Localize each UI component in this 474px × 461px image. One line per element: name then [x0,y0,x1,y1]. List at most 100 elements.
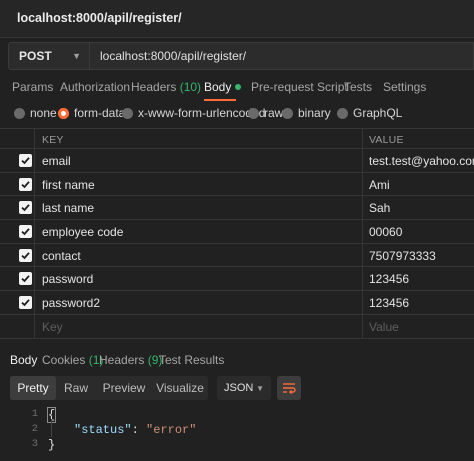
checkmark-icon [21,228,30,236]
code-fold-guide [51,419,52,437]
row-checkbox[interactable] [19,154,32,167]
radio-icon [122,107,133,119]
checkmark-icon [21,180,30,188]
radio-label: form-data [74,106,126,120]
checkmark-icon [21,157,30,165]
response-body-editor[interactable]: 1 { 2 "status": "error" 3 } [0,404,474,461]
column-divider [362,149,363,172]
url-input[interactable] [100,49,473,63]
row-checkbox[interactable] [19,272,32,286]
radio-icon [14,107,25,119]
row-key[interactable]: password [42,272,93,286]
checkmark-icon [21,275,30,283]
code-line: 2 "status": "error" [0,423,474,438]
row-value[interactable]: 123456 [369,272,409,286]
headers-count: (10) [179,80,202,94]
row-value[interactable]: 123456 [369,296,409,310]
tab-label: Tests [344,80,373,94]
column-divider [362,129,363,148]
row-key[interactable]: contact [42,249,81,263]
tab-label: Params [12,80,54,94]
body-active-dot-icon [235,84,242,90]
json-key: "status" [74,423,132,437]
tab-label: Cookies [42,353,86,367]
body-type-form-data[interactable]: form-data [58,106,125,120]
row-value[interactable]: 00060 [369,225,402,239]
table-row: last name Sah [0,196,474,221]
row-value[interactable]: test.test@yahoo.com [369,154,474,168]
row-key[interactable]: employee code [42,225,123,239]
column-header-value: VALUE [369,134,404,146]
tab-label: Body [10,353,38,367]
new-value-field[interactable]: Value [369,320,399,334]
format-label: JSON [224,382,254,394]
row-value[interactable]: Ami [369,178,390,192]
table-row: password 123456 [0,267,474,292]
row-checkbox[interactable] [19,177,32,191]
response-tab-headers[interactable]: Headers (9) [99,353,162,367]
body-type-options: none form-data x-www-form-urlencoded raw… [0,104,474,122]
response-tab-test-results[interactable]: Test Results [159,353,224,367]
view-mode-preview[interactable]: Preview [96,376,152,400]
json-entry: "status": "error" [74,423,196,437]
body-type-graphql[interactable]: GraphQL [337,106,402,120]
radio-label: GraphQL [353,106,403,120]
format-select[interactable]: JSON ▼ [217,376,271,400]
row-checkbox[interactable] [19,296,32,310]
view-mode-pretty[interactable]: Pretty [10,376,56,400]
row-value[interactable]: 7507973333 [369,249,436,263]
body-type-raw[interactable]: raw [248,106,283,120]
line-number: 2 [31,423,38,435]
row-check-cell [0,220,35,243]
tab-headers[interactable]: Headers (10) [131,80,201,94]
body-type-binary[interactable]: binary [282,106,331,120]
wrap-lines-button[interactable] [277,376,301,400]
radio-label: x-www-form-urlencoded [138,106,266,120]
row-checkbox[interactable] [19,225,32,239]
response-tab-cookies[interactable]: Cookies (1) [42,353,103,367]
row-check-cell [0,267,35,291]
tab-settings[interactable]: Settings [383,80,426,94]
active-tab-indicator [204,99,236,101]
method-select[interactable]: POST ▼ [8,42,90,70]
code-line: 3 } [0,438,474,453]
checkmark-icon [21,204,30,212]
tab-label: Headers [99,353,145,367]
row-key[interactable]: email [42,154,71,168]
wrap-lines-icon [283,383,296,395]
request-title[interactable]: localhost:8000/apil/register/ [17,11,182,25]
row-key[interactable]: first name [42,178,95,192]
tab-label: Pre-request Script [251,80,348,94]
column-divider [362,196,363,220]
radio-selected-icon [58,107,69,119]
row-checkbox[interactable] [19,201,32,215]
row-key[interactable]: password2 [42,296,100,310]
new-key-field[interactable]: Key [42,320,63,334]
method-label: POST [19,49,52,63]
row-key[interactable]: last name [42,201,94,215]
request-tabs: Params Authorization Headers (10) Body P… [0,76,474,101]
view-mode-visualize[interactable]: Visualize [152,376,208,400]
radio-label: none [30,106,57,120]
line-number: 3 [31,438,38,450]
row-check-cell [0,314,35,338]
tab-tests[interactable]: Tests [344,80,372,94]
radio-label: binary [298,106,331,120]
row-check-cell [0,196,35,220]
tab-label: Settings [383,80,427,94]
column-divider [362,267,363,291]
request-bar: POST ▼ [8,42,474,70]
body-type-urlencoded[interactable]: x-www-form-urlencoded [122,106,265,120]
view-mode-raw[interactable]: Raw [56,376,96,400]
url-field[interactable] [90,42,474,70]
response-toolbar: Pretty Raw Preview Visualize JSON ▼ [0,376,474,400]
response-tab-body[interactable]: Body [10,353,37,367]
tab-pre-request-script[interactable]: Pre-request Script [251,80,348,94]
row-value[interactable]: Sah [369,201,390,215]
row-checkbox[interactable] [19,248,32,262]
code-line: 1 { [0,407,474,423]
tab-params[interactable]: Params [12,80,53,94]
tab-authorization[interactable]: Authorization [60,80,130,94]
body-type-none[interactable]: none [14,106,57,120]
tab-body[interactable]: Body [204,80,242,94]
